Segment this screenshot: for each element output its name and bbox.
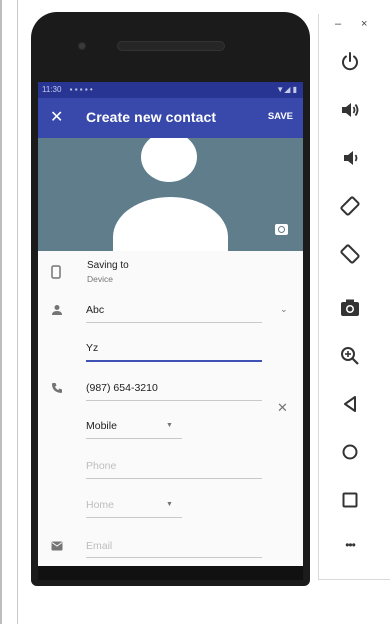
phone-type-underline [86, 438, 182, 439]
window-edge [0, 0, 2, 624]
last-name-underline-focused [86, 360, 262, 362]
page-title: Create new contact [86, 109, 217, 125]
email-field[interactable]: Email [86, 540, 112, 552]
person-icon [51, 304, 63, 319]
phone-type-select[interactable]: Mobile [86, 420, 117, 432]
contact-photo-area[interactable] [38, 138, 303, 251]
add-photo-camera-icon[interactable] [275, 224, 288, 235]
phone-input-placeholder[interactable]: Phone [86, 460, 116, 472]
phone-device: 11:30 ▪ ▪ ▪ ▪ • ▼◢ ▮ ✕ Create new contac… [31, 12, 310, 586]
email-icon [51, 540, 63, 554]
volume-up-icon[interactable] [338, 98, 362, 122]
expand-name-chevron-icon[interactable]: ⌄ [280, 304, 288, 315]
front-camera [78, 42, 86, 50]
earpiece-speaker [117, 41, 225, 51]
rotate-right-icon[interactable] [338, 242, 362, 266]
minimize-button[interactable]: – [335, 18, 341, 30]
close-icon[interactable]: ✕ [50, 108, 63, 128]
first-name-underline [86, 322, 262, 323]
phone-icon [51, 382, 63, 397]
phone2-type-dropdown-icon[interactable]: ▼ [166, 501, 173, 508]
saving-to-label: Saving to [87, 260, 129, 271]
navigation-bar [38, 566, 303, 580]
app-bar: ✕ Create new contact SAVE [38, 98, 303, 138]
back-icon[interactable] [338, 392, 362, 416]
saving-to-account: Device [87, 274, 113, 284]
overview-icon[interactable] [338, 488, 362, 512]
notification-icons: ▪ ▪ ▪ ▪ • [69, 85, 93, 94]
emulator-side-panel: – × ••• [318, 14, 390, 580]
rotate-left-icon[interactable] [338, 194, 362, 218]
power-icon[interactable] [338, 50, 362, 74]
phone2-type-select[interactable]: Home [86, 499, 114, 511]
zoom-in-icon[interactable] [338, 344, 362, 368]
screenshot-camera-icon[interactable] [338, 296, 362, 320]
device-icon [51, 265, 61, 282]
phone-type-dropdown-icon[interactable]: ▼ [166, 422, 173, 429]
volume-down-icon[interactable] [338, 146, 362, 170]
signal-battery-icons: ▼◢ ▮ [276, 85, 297, 94]
host-window-border [17, 0, 18, 624]
more-icon[interactable]: ••• [338, 538, 362, 562]
status-bar: 11:30 ▪ ▪ ▪ ▪ • ▼◢ ▮ [38, 82, 303, 98]
phone2-type-underline [86, 517, 182, 518]
close-window-button[interactable]: × [361, 18, 367, 30]
last-name-field[interactable]: Yz [86, 342, 98, 354]
emulator-window: 11:30 ▪ ▪ ▪ ▪ • ▼◢ ▮ ✕ Create new contac… [0, 0, 390, 624]
save-button[interactable]: SAVE [268, 111, 293, 122]
avatar-body [113, 197, 228, 251]
phone-number-field[interactable]: (987) 654-3210 [86, 382, 158, 394]
phone2-underline [86, 478, 262, 479]
avatar-head [141, 138, 197, 182]
home-icon[interactable] [338, 440, 362, 464]
remove-phone-close-icon[interactable]: ✕ [277, 400, 288, 416]
status-time: 11:30 [42, 85, 62, 94]
email-underline [86, 557, 262, 558]
phone-screen: 11:30 ▪ ▪ ▪ ▪ • ▼◢ ▮ ✕ Create new contac… [38, 82, 303, 580]
phone-underline [86, 400, 262, 401]
first-name-field[interactable]: Abc [86, 304, 104, 316]
